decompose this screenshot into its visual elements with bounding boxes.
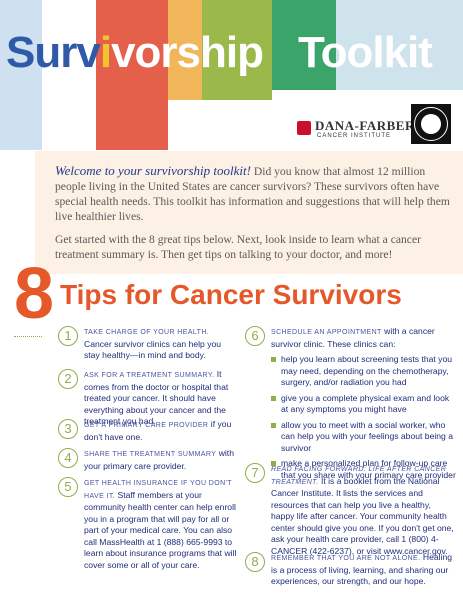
tip-heading: SCHEDULE AN APPOINTMENT — [271, 329, 382, 336]
tip-body: It is a booklet from the National Cancer… — [271, 475, 454, 556]
title-banner: Survivorship Toolkit DANA-FARBER CANCER … — [0, 0, 463, 150]
tip-heading: REMEMBER THAT YOU ARE NOT ALONE. — [271, 555, 421, 562]
section-number: 8 — [14, 254, 55, 334]
tip-number: 4 — [58, 448, 78, 468]
tip-6-bullet: give you a complete physical exam and lo… — [271, 393, 456, 416]
tip-body: Cancer survivor clinics can help you sta… — [84, 338, 222, 361]
dana-farber-logo-icon — [297, 121, 311, 135]
dotted-divider — [14, 336, 42, 337]
boston-seal-icon — [411, 104, 451, 144]
tip-heading: ASK FOR A TREATMENT SUMMARY. — [84, 372, 215, 379]
welcome-lead: Welcome to your survivorship toolkit! — [55, 163, 251, 178]
tip-heading: GET A PRIMARY CARE PROVIDER — [84, 422, 209, 429]
title-survivorship: Survivorship — [6, 28, 264, 77]
tip-6-bullet: allow you to meet with a social worker, … — [271, 420, 456, 455]
tip-6-bullet: help you learn about screening tests tha… — [271, 354, 456, 389]
tip-heading: SHARE THE TREATMENT SUMMARY — [84, 451, 217, 458]
title-toolkit: Toolkit — [298, 28, 433, 77]
tip-number: 3 — [58, 419, 78, 439]
tip-number: 2 — [58, 369, 78, 389]
dana-farber-subtitle: CANCER INSTITUTE — [317, 133, 392, 139]
tip-number: 7 — [245, 463, 265, 483]
tip-number: 6 — [245, 326, 265, 346]
section-title: Tips for Cancer Survivors — [60, 279, 402, 310]
tip-number: 5 — [58, 477, 78, 497]
dana-farber-name: DANA-FARBER — [315, 118, 415, 133]
tip-heading: TAKE CHARGE OF YOUR HEALTH. — [84, 329, 210, 336]
tip-body: Staff members at your community health c… — [84, 489, 237, 570]
welcome-paragraph-2: Get started with the 8 great tips below.… — [55, 233, 421, 261]
welcome-paragraph-1: Welcome to your survivorship toolkit! Di… — [55, 163, 453, 224]
tip-number: 8 — [245, 552, 265, 572]
tip-number: 1 — [58, 326, 78, 346]
welcome-box: Welcome to your survivorship toolkit! Di… — [35, 151, 463, 274]
